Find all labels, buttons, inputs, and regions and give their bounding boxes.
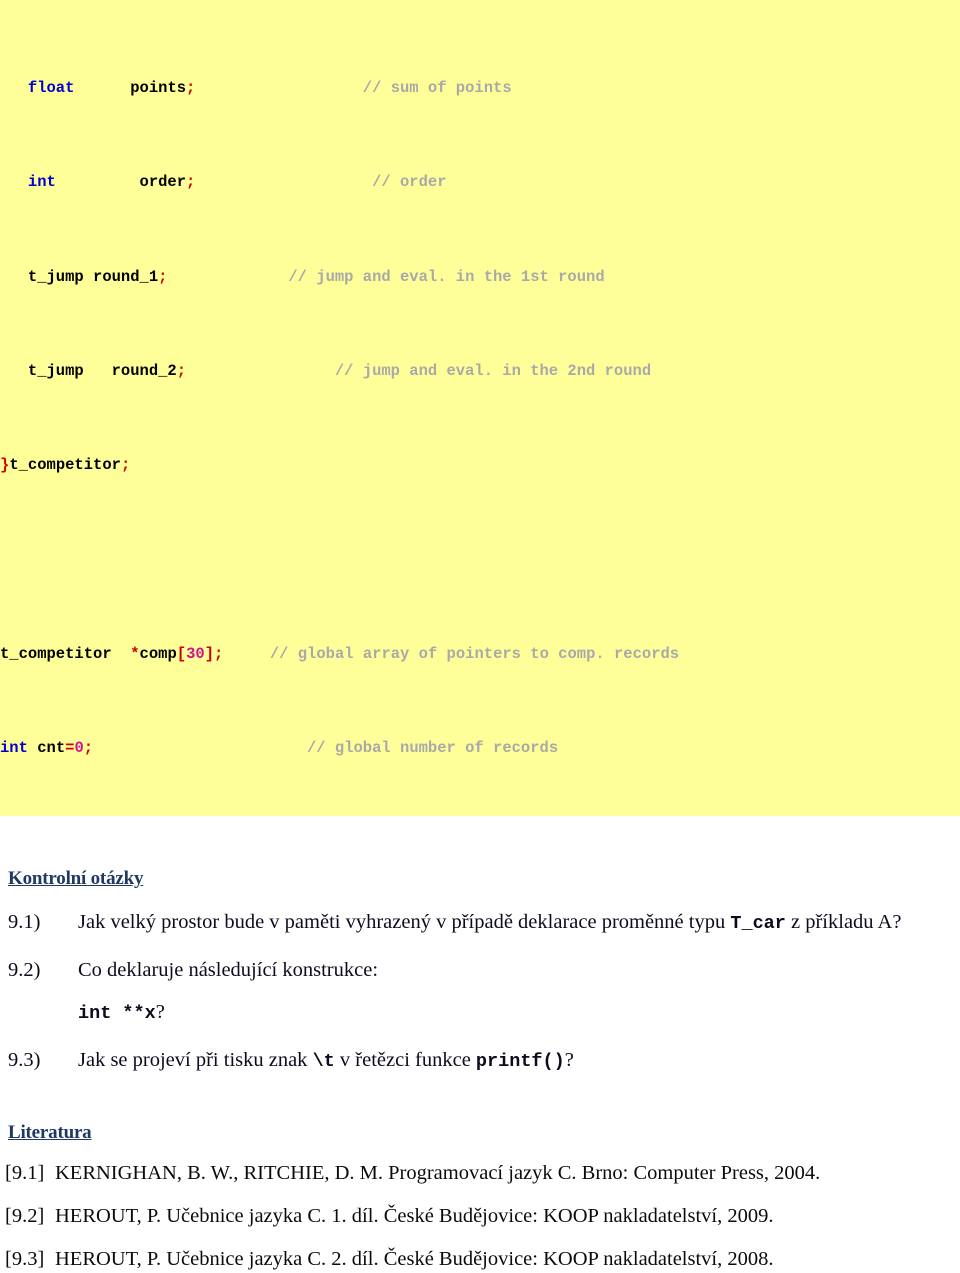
question-text: Jak velký prostor bude v paměti vyhrazen… bbox=[78, 911, 731, 934]
code-identifier: t_jump round_1 bbox=[27, 267, 159, 286]
code-block: float points; // sum of points int order… bbox=[0, 0, 960, 817]
question-inline-code-2: printf() bbox=[475, 1051, 565, 1073]
code-gap bbox=[28, 739, 37, 757]
question-text-tail: ? bbox=[564, 1049, 574, 1072]
question-text-tail: ? bbox=[155, 1001, 165, 1024]
question-inline-code: \t bbox=[312, 1051, 335, 1073]
question-inline-code: T_car bbox=[730, 913, 786, 935]
code-comment: // jump and eval. in the 1st round bbox=[288, 267, 605, 286]
literature-heading-wrapper: Literatura bbox=[8, 1122, 960, 1144]
question-text-tail: z příkladu A? bbox=[785, 911, 902, 934]
code-keyword: float bbox=[27, 78, 75, 97]
code-array-size: 30 bbox=[186, 645, 205, 664]
bibliography-text: HEROUT, P. Učebnice jazyka C. 1. díl. Če… bbox=[55, 1205, 774, 1228]
code-identifier: order bbox=[139, 173, 187, 192]
code-line-tjump-round2: t_jump round_2; // jump and eval. in the… bbox=[0, 360, 960, 384]
literature-list: [9.1] KERNIGHAN, B. W., RITCHIE, D. M. Pr… bbox=[0, 1159, 960, 1273]
code-value: 0 bbox=[74, 739, 84, 758]
code-gap bbox=[93, 739, 307, 757]
code-semicolon: ; bbox=[83, 739, 94, 758]
bibliography-number: [9.1] bbox=[5, 1162, 45, 1185]
code-identifier: points bbox=[130, 78, 187, 97]
bibliography-text: KERNIGHAN, B. W., RITCHIE, D. M. Program… bbox=[55, 1162, 821, 1185]
code-semicolon: ; bbox=[186, 78, 196, 97]
question-inline-code: int **x bbox=[78, 1003, 156, 1025]
question-number: 9.2) bbox=[8, 959, 41, 982]
question-code-line-9-2: int **x? bbox=[0, 998, 960, 1028]
code-line-comp-array: t_competitor *comp[30]; // global array … bbox=[0, 643, 960, 667]
bibliography-number: [9.2] bbox=[5, 1205, 45, 1228]
code-identifier: t_jump round_2 bbox=[27, 361, 177, 380]
code-semicolon: ; bbox=[186, 173, 196, 192]
code-comment: // order bbox=[372, 173, 447, 192]
code-var-name: cnt bbox=[37, 739, 66, 758]
question-item-9-1: 9.1) Jak velký prostor bude v paměti vyhr… bbox=[0, 908, 960, 938]
code-comment: // global array of pointers to comp. rec… bbox=[269, 645, 680, 664]
code-gap bbox=[186, 362, 335, 380]
code-semicolon: ; bbox=[214, 645, 224, 664]
code-gap bbox=[195, 173, 372, 191]
code-gap bbox=[167, 268, 288, 286]
question-text: Jak se projeví při tisku znak bbox=[78, 1049, 313, 1072]
code-keyword: int bbox=[0, 739, 28, 758]
code-semicolon: ; bbox=[176, 361, 187, 380]
code-comment: // sum of points bbox=[362, 78, 512, 97]
code-brace-close: } bbox=[0, 456, 10, 475]
question-number: 9.3) bbox=[8, 1049, 41, 1072]
bibliography-text: HEROUT, P. Učebnice jazyka C. 2. díl. Če… bbox=[55, 1248, 774, 1271]
questions-heading-wrapper: Kontrolní otázky bbox=[8, 868, 960, 890]
code-comment: // global number of records bbox=[307, 739, 559, 758]
code-bracket-open: [ bbox=[176, 645, 187, 664]
code-identifier: t_competitor bbox=[9, 456, 121, 475]
code-gap bbox=[195, 79, 362, 97]
literature-heading: Literatura bbox=[8, 1122, 92, 1144]
code-semicolon: ; bbox=[120, 456, 131, 475]
code-line-int-order: int order; // order bbox=[0, 171, 960, 195]
code-type-name: t_competitor bbox=[0, 645, 112, 664]
code-line-cnt: int cnt=0; // global number of records bbox=[0, 737, 960, 761]
code-line-float-points: float points; // sum of points bbox=[0, 77, 960, 101]
code-keyword: int bbox=[27, 173, 56, 192]
bibliography-entry: [9.1] KERNIGHAN, B. W., RITCHIE, D. M. Pr… bbox=[0, 1159, 960, 1187]
code-gap bbox=[112, 645, 131, 663]
code-gap bbox=[56, 173, 140, 191]
bibliography-number: [9.3] bbox=[5, 1248, 45, 1271]
code-gap bbox=[223, 645, 270, 663]
questions-list: 9.1) Jak velký prostor bude v paměti vyhr… bbox=[0, 908, 960, 1076]
question-item-9-3: 9.3) Jak se projeví při tisku znak \t v ř… bbox=[0, 1046, 960, 1076]
code-comment: // jump and eval. in the 2nd round bbox=[334, 361, 652, 380]
question-number: 9.1) bbox=[8, 911, 41, 934]
questions-heading: Kontrolní otázky bbox=[8, 868, 144, 890]
bibliography-entry: [9.2] HEROUT, P. Učebnice jazyka C. 1. dí… bbox=[0, 1202, 960, 1230]
code-star: * bbox=[130, 645, 140, 664]
question-item-9-2: 9.2) Co deklaruje následující konstrukce: bbox=[0, 956, 960, 984]
bibliography-entry: [9.3] HEROUT, P. Učebnice jazyka C. 2. dí… bbox=[0, 1245, 960, 1273]
question-text-mid: v řetězci funkce bbox=[334, 1049, 476, 1072]
code-bracket-close: ] bbox=[204, 645, 214, 664]
code-gap bbox=[74, 79, 130, 97]
code-line-tjump-round1: t_jump round_1; // jump and eval. in the… bbox=[0, 266, 960, 290]
code-line-close-struct: }t_competitor; bbox=[0, 454, 960, 478]
question-text: Co deklaruje následující konstrukce: bbox=[78, 959, 379, 982]
code-var-name: comp bbox=[139, 645, 177, 664]
